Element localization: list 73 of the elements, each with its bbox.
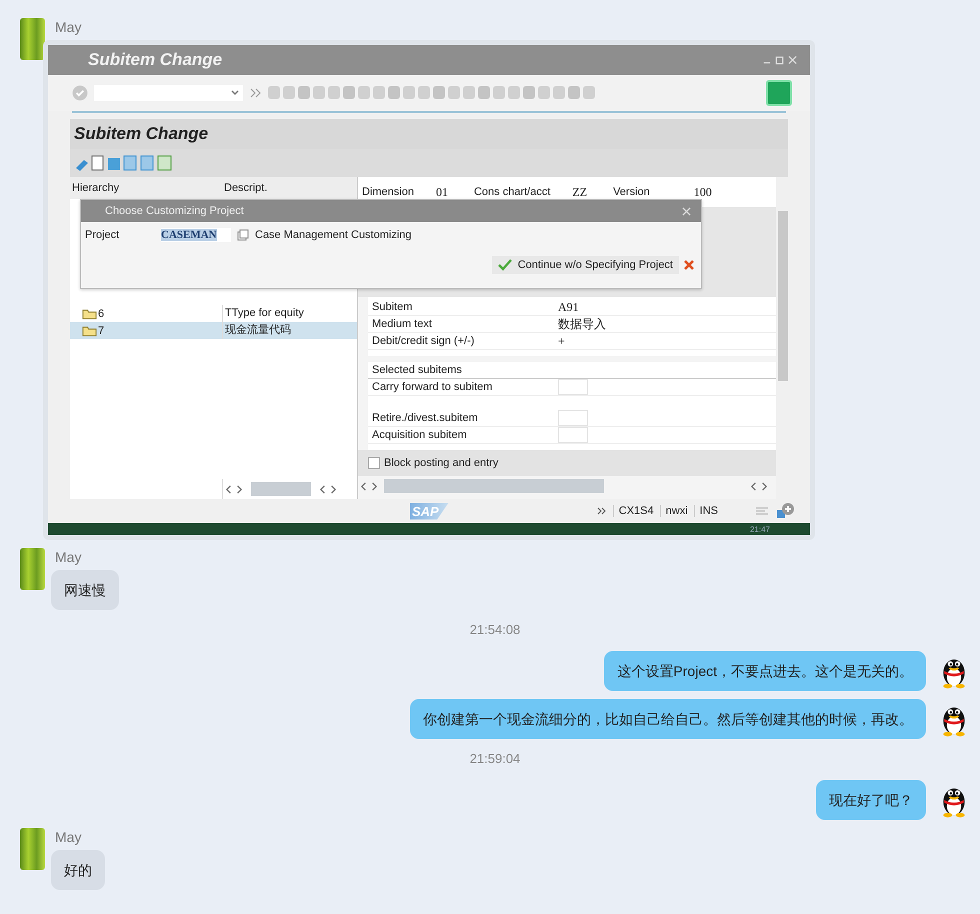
- layout-icon[interactable]: [754, 505, 770, 517]
- taskbar-clock: 21:47: [750, 524, 770, 534]
- timestamp: 21:59:04: [470, 751, 520, 766]
- field-label: Subitem: [371, 301, 414, 313]
- add-icon[interactable]: [776, 502, 794, 520]
- input-field[interactable]: [558, 379, 588, 395]
- folder-icon: [82, 324, 97, 336]
- checkbox[interactable]: [368, 457, 380, 469]
- command-field[interactable]: [94, 85, 243, 101]
- scrollbar-thumb[interactable]: [778, 211, 788, 381]
- dialog-title: Choose Customizing Project: [105, 205, 244, 217]
- scroll-arrows-icon[interactable]: [750, 482, 768, 490]
- field-label: Debit/credit sign (+/-): [371, 335, 476, 347]
- tree-row[interactable]: 7 现金流量代码: [70, 322, 357, 339]
- window-title: Subitem Change: [88, 50, 222, 70]
- status-field: INS: [694, 505, 718, 517]
- scroll-arrows-icon[interactable]: [360, 482, 378, 490]
- message-bubble: 好的: [51, 850, 105, 890]
- message-bubble: 网速慢: [51, 570, 119, 610]
- project-name: Case Management Customizing: [255, 229, 412, 241]
- status-field: CX1S4: [612, 505, 654, 517]
- avatar-photo-placeholder: [20, 548, 45, 590]
- scroll-arrows-icon[interactable]: [225, 484, 243, 494]
- field-value: ZZ: [572, 184, 588, 200]
- field-value: 01: [436, 184, 448, 200]
- field-label: Carry forward to subitem: [371, 381, 494, 393]
- folder-icon: [82, 308, 97, 320]
- field-label: Dimension: [362, 186, 414, 198]
- avatar-photo-placeholder: [20, 18, 45, 60]
- message-bubble: 这个设置Project，不要点进去。这个是无关的。: [604, 651, 926, 691]
- caret-icon[interactable]: [231, 90, 239, 96]
- field-label: Version: [613, 186, 650, 198]
- input-field[interactable]: [558, 410, 588, 426]
- column-header: Hierarchy: [71, 182, 120, 194]
- project-field[interactable]: CASEMAN: [161, 228, 231, 242]
- check-icon: [498, 259, 512, 271]
- sender-name: May: [55, 828, 82, 846]
- window-controls-icon: [762, 55, 798, 65]
- timestamp: 21:54:08: [470, 622, 520, 637]
- sender-name: May: [55, 18, 82, 36]
- field-value: 100: [694, 184, 712, 200]
- continue-button[interactable]: Continue w/o Specifying Project: [492, 256, 679, 274]
- field-label: Cons chart/acct: [474, 186, 550, 198]
- field-value: 数据导入: [558, 316, 606, 332]
- field-label: Retire./divest.subitem: [371, 412, 479, 424]
- status-field: nwxi: [660, 505, 688, 517]
- check-icon[interactable]: [72, 85, 88, 101]
- window-icon: [237, 229, 249, 241]
- input-field[interactable]: [558, 427, 588, 443]
- cancel-icon[interactable]: [683, 259, 695, 271]
- avatar-photo-placeholder: [20, 828, 45, 870]
- field-label: Medium text: [371, 318, 433, 330]
- double-chevron-icon[interactable]: [596, 507, 607, 515]
- field-value: A91: [558, 300, 579, 314]
- section-title: Selected subitems: [368, 362, 776, 379]
- tree-description: 现金流量代码: [222, 322, 357, 339]
- close-icon[interactable]: [682, 206, 691, 216]
- field-value: +: [558, 334, 565, 348]
- column-header: Descript.: [223, 182, 268, 194]
- field-label: Acquisition subitem: [371, 429, 468, 441]
- field-label: Project: [85, 229, 120, 241]
- tree-node-label: 7: [98, 324, 104, 336]
- sender-name: May: [55, 548, 82, 566]
- scrollbar-thumb[interactable]: [384, 479, 604, 493]
- message-bubble: 现在好了吧？: [816, 780, 926, 820]
- scroll-arrows-icon[interactable]: [319, 484, 337, 494]
- message-bubble: 你创建第一个现金流细分的，比如自己给自己。然后等创建其他的时候，再改。: [410, 699, 926, 739]
- tree-node-label: 6: [98, 308, 104, 320]
- scrollbar-thumb[interactable]: [251, 482, 311, 496]
- screen-title: Subitem Change: [74, 124, 208, 144]
- sap-logo: SAP: [410, 502, 449, 520]
- status-button[interactable]: [766, 80, 792, 106]
- checkbox-label: Block posting and entry: [384, 457, 498, 469]
